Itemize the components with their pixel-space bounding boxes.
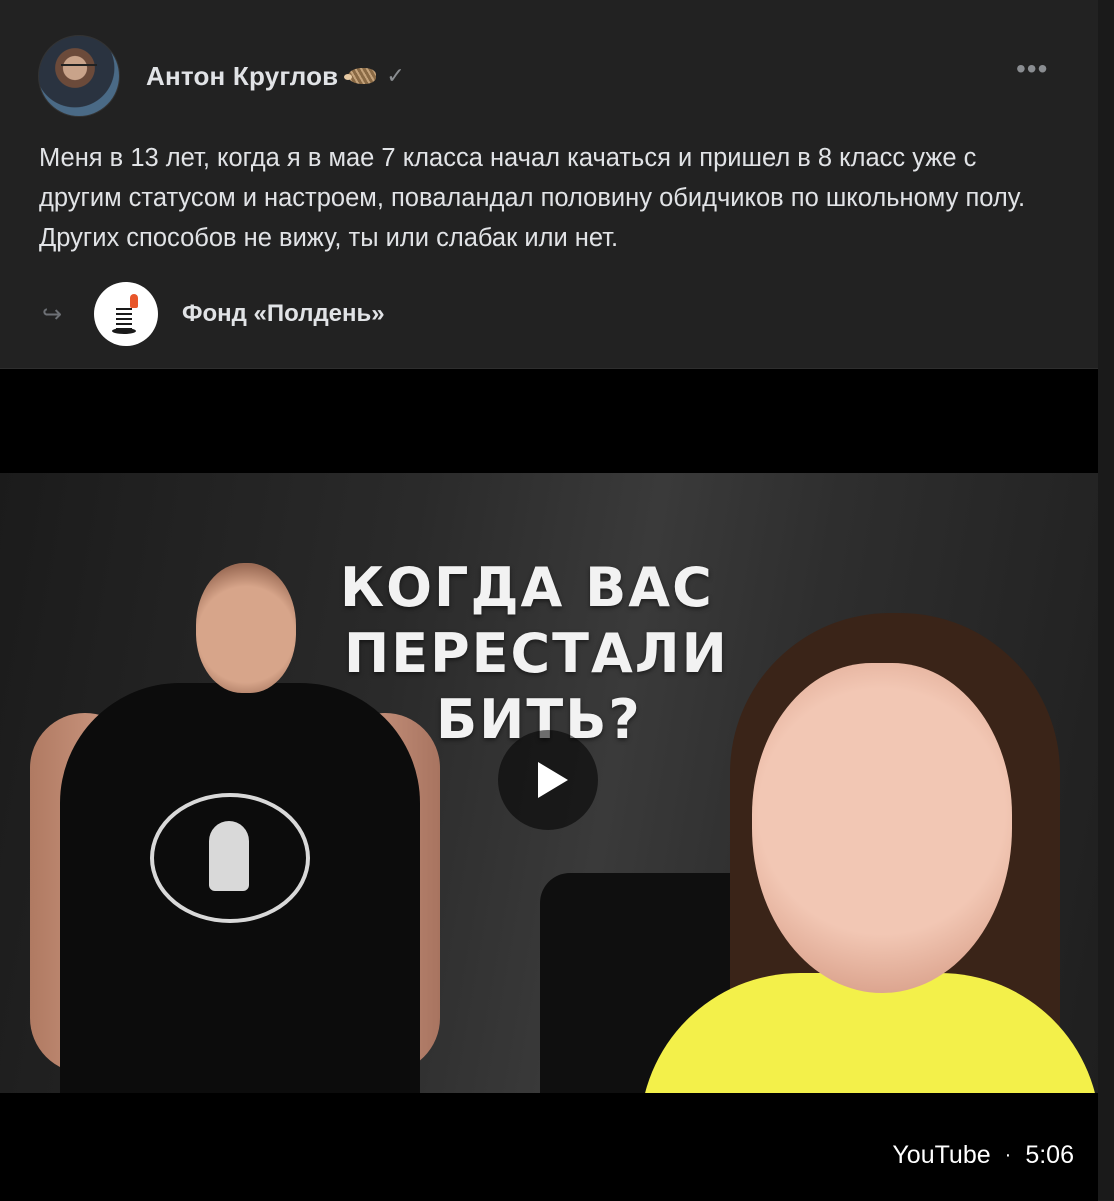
post-header: Антон Круглов ✓ [38,35,405,117]
post-card: Антон Круглов ✓ ••• Меня в 13 лет, когда… [0,0,1099,1201]
video-player[interactable]: КОГДА ВАС ПЕРЕСТАЛИ БИТЬ? YouTube · 5:06 [0,368,1098,1201]
video-headline: КОГДА ВАС ПЕРЕСТАЛИ БИТЬ? [340,555,760,753]
post-text: Меня в 13 лет, когда я в мае 7 класса на… [39,144,1026,252]
video-source: YouTube [892,1141,991,1169]
group-logo-runner [130,294,138,308]
thumbnail-girl-face [752,663,1012,993]
repost-row: ↪ Фонд «Полдень» [38,282,385,346]
play-icon [538,762,568,798]
author-avatar[interactable] [38,35,120,117]
video-meta-separator: · [1004,1144,1012,1166]
video-duration: 5:06 [1025,1141,1074,1169]
play-button[interactable] [498,730,598,830]
avatar-glasses [61,64,97,74]
group-avatar[interactable] [94,282,158,346]
group-logo-spring [116,308,132,330]
video-meta: YouTube · 5:06 [892,1141,1074,1170]
verified-check-icon: ✓ [386,63,405,88]
group-logo-base [112,328,136,334]
video-headline-line: ПЕРЕСТАЛИ [344,622,729,685]
hedgehog-icon [344,68,377,84]
group-name[interactable]: Фонд «Полдень» [182,300,385,328]
video-headline-line: БИТЬ? [436,688,642,751]
video-headline-line: КОГДА ВАС [340,556,714,619]
more-options-icon[interactable]: ••• [1016,55,1048,83]
author-name[interactable]: Антон Круглов [146,61,338,92]
repost-icon: ↪ [41,300,63,328]
thumbnail-shirt-logo [150,793,310,923]
thumbnail-man-head [196,563,296,693]
window-edge [1098,0,1114,1200]
